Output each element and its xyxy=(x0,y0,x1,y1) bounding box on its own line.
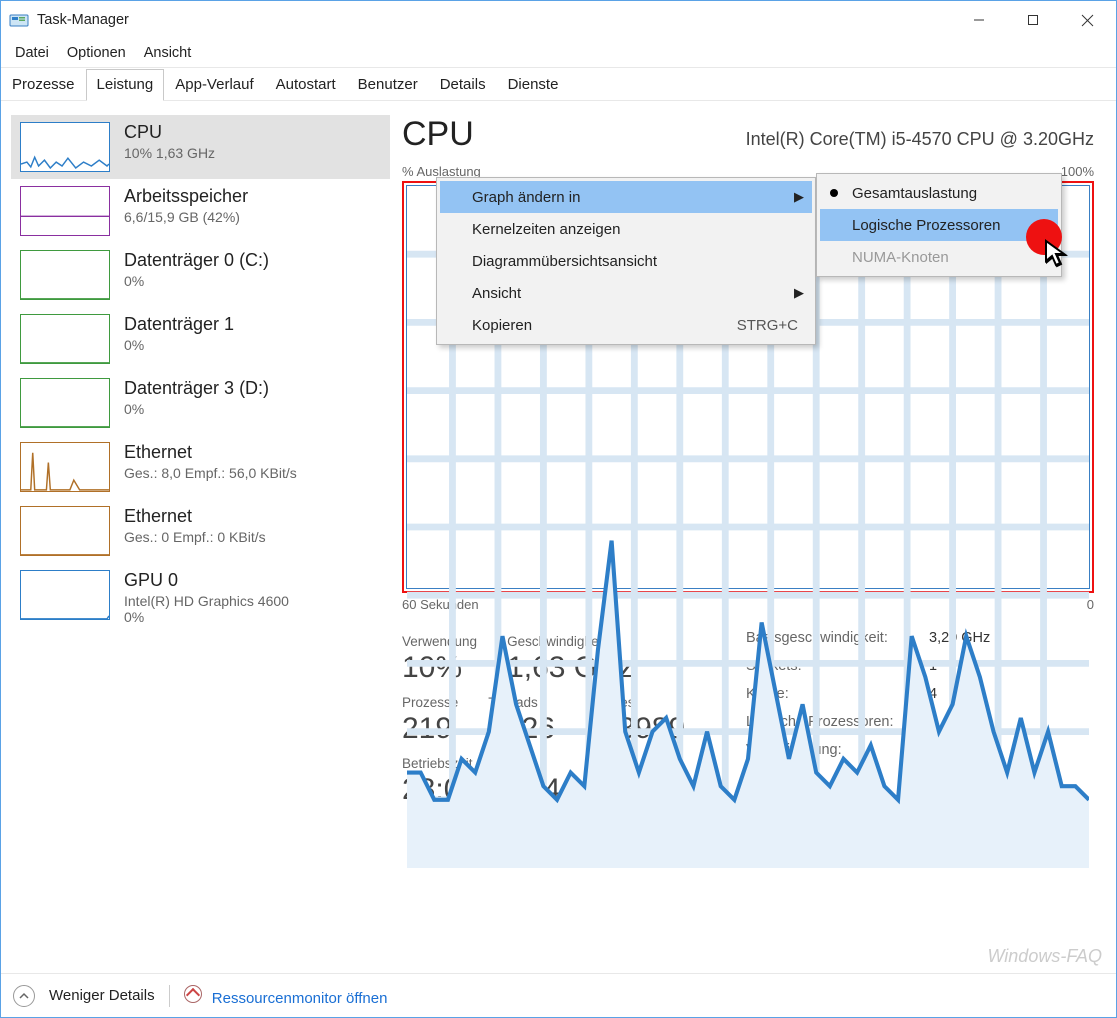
sidebar-item-sub: 0% xyxy=(124,401,269,417)
sidebar-item-title: Datenträger 0 (C:) xyxy=(124,250,269,271)
sidebar-item-sub: 0% xyxy=(124,273,269,289)
tab-autostart[interactable]: Autostart xyxy=(265,69,347,101)
sidebar-item-sub: 6,6/15,9 GB (42%) xyxy=(124,209,248,225)
tab-benutzer[interactable]: Benutzer xyxy=(347,69,429,101)
sidebar-thumb-icon xyxy=(20,250,110,300)
ctx-label: Kernelzeiten anzeigen xyxy=(472,221,620,238)
menu-view[interactable]: Ansicht xyxy=(136,42,200,64)
sidebar-thumb-icon xyxy=(20,442,110,492)
sidebar-item-6[interactable]: Ethernet Ges.: 0 Empf.: 0 KBit/s xyxy=(11,499,390,563)
app-icon xyxy=(9,12,29,28)
sidebar-item-5[interactable]: Ethernet Ges.: 8,0 Empf.: 56,0 KBit/s xyxy=(11,435,390,499)
ctx-item[interactable]: Kopieren STRG+C xyxy=(440,309,812,341)
footer: Weniger Details Ressourcenmonitor öffnen xyxy=(1,973,1116,1017)
chevron-up-icon[interactable] xyxy=(13,985,35,1007)
ctx-label: NUMA-Knoten xyxy=(852,249,949,266)
sidebar-item-4[interactable]: Datenträger 3 (D:) 0% xyxy=(11,371,390,435)
task-manager-window: Task-Manager Datei Optionen Ansicht Proz… xyxy=(0,0,1117,1018)
window-title: Task-Manager xyxy=(37,12,129,28)
sidebar-item-title: Ethernet xyxy=(124,506,266,527)
tab-details[interactable]: Details xyxy=(429,69,497,101)
ctx-sub-item: NUMA-Knoten xyxy=(820,241,1058,273)
sidebar-item-7[interactable]: GPU 0 Intel(R) HD Graphics 46000% xyxy=(11,563,390,632)
sidebar-item-title: Datenträger 3 (D:) xyxy=(124,378,269,399)
cursor-icon xyxy=(1044,239,1070,273)
ctx-label: Diagrammübersichtsansicht xyxy=(472,253,657,270)
bullet-icon xyxy=(830,189,838,197)
sidebar-item-title: GPU 0 xyxy=(124,570,289,591)
menu-file[interactable]: Datei xyxy=(7,42,57,64)
context-submenu[interactable]: Gesamtauslastung Logische Prozessoren NUMA… xyxy=(816,173,1062,277)
ctx-label: Kopieren xyxy=(472,317,532,334)
sidebar-item-sub: Ges.: 0 Empf.: 0 KBit/s xyxy=(124,529,266,545)
sidebar-thumb-icon xyxy=(20,186,110,236)
page-title: CPU xyxy=(402,115,474,154)
divider xyxy=(169,985,170,1007)
sidebar-thumb-icon xyxy=(20,506,110,556)
resource-monitor-icon xyxy=(184,985,202,1003)
resource-monitor-link[interactable]: Ressourcenmonitor öffnen xyxy=(184,985,388,1007)
tab-leistung[interactable]: Leistung xyxy=(86,69,165,101)
sidebar-item-1[interactable]: Arbeitsspeicher 6,6/15,9 GB (42%) xyxy=(11,179,390,243)
sidebar-item-2[interactable]: Datenträger 0 (C:) 0% xyxy=(11,243,390,307)
sidebar-item-sub: Ges.: 8,0 Empf.: 56,0 KBit/s xyxy=(124,465,297,481)
sidebar: CPU 10% 1,63 GHz Arbeitsspeicher 6,6/15,9 G… xyxy=(1,101,396,973)
sidebar-item-title: CPU xyxy=(124,122,215,143)
ctx-item[interactable]: Graph ändern in ▶ xyxy=(440,181,812,213)
titlebar[interactable]: Task-Manager xyxy=(1,1,1116,39)
sidebar-item-3[interactable]: Datenträger 1 0% xyxy=(11,307,390,371)
sidebar-thumb-icon xyxy=(20,122,110,172)
sidebar-item-sub: 10% 1,63 GHz xyxy=(124,145,215,161)
sidebar-item-title: Datenträger 1 xyxy=(124,314,234,335)
ctx-sub-item[interactable]: Gesamtauslastung xyxy=(820,177,1058,209)
ctx-item[interactable]: Kernelzeiten anzeigen xyxy=(440,213,812,245)
cpu-model: Intel(R) Core(TM) i5-4570 CPU @ 3.20GHz xyxy=(746,129,1094,150)
close-button[interactable] xyxy=(1060,1,1114,39)
sidebar-item-sub: 0% xyxy=(124,609,289,625)
menubar: Datei Optionen Ansicht xyxy=(1,39,1116,67)
sidebar-thumb-icon xyxy=(20,378,110,428)
sidebar-item-0[interactable]: CPU 10% 1,63 GHz xyxy=(11,115,390,179)
fewer-details-button[interactable]: Weniger Details xyxy=(49,987,155,1004)
ctx-label: Graph ändern in xyxy=(472,189,580,206)
ctx-label: Logische Prozessoren xyxy=(852,217,1000,234)
main-panel: CPU Intel(R) Core(TM) i5-4570 CPU @ 3.20… xyxy=(396,101,1116,973)
chevron-right-icon: ▶ xyxy=(794,285,804,301)
sidebar-item-title: Ethernet xyxy=(124,442,297,463)
tabbar: Prozesse Leistung App-Verlauf Autostart … xyxy=(1,67,1116,101)
sidebar-item-sub: Intel(R) HD Graphics 4600 xyxy=(124,593,289,609)
sidebar-item-title: Arbeitsspeicher xyxy=(124,186,248,207)
minimize-button[interactable] xyxy=(952,1,1006,39)
ctx-label: Ansicht xyxy=(472,285,521,302)
chevron-right-icon: ▶ xyxy=(794,189,804,205)
ctx-item[interactable]: Diagrammübersichtsansicht xyxy=(440,245,812,277)
chart-y-max: 100% xyxy=(1061,164,1094,179)
context-menu[interactable]: Graph ändern in ▶ Kernelzeiten anzeigen Dia… xyxy=(436,177,816,345)
sidebar-thumb-icon xyxy=(20,314,110,364)
ctx-sub-item[interactable]: Logische Prozessoren xyxy=(820,209,1058,241)
ctx-item[interactable]: Ansicht ▶ xyxy=(440,277,812,309)
sidebar-thumb-icon xyxy=(20,570,110,620)
tab-app-verlauf[interactable]: App-Verlauf xyxy=(164,69,264,101)
ctx-shortcut: STRG+C xyxy=(737,317,798,334)
tab-prozesse[interactable]: Prozesse xyxy=(1,69,86,101)
menu-options[interactable]: Optionen xyxy=(59,42,134,64)
sidebar-item-sub: 0% xyxy=(124,337,234,353)
maximize-button[interactable] xyxy=(1006,1,1060,39)
ctx-label: Gesamtauslastung xyxy=(852,185,977,202)
tab-dienste[interactable]: Dienste xyxy=(497,69,570,101)
